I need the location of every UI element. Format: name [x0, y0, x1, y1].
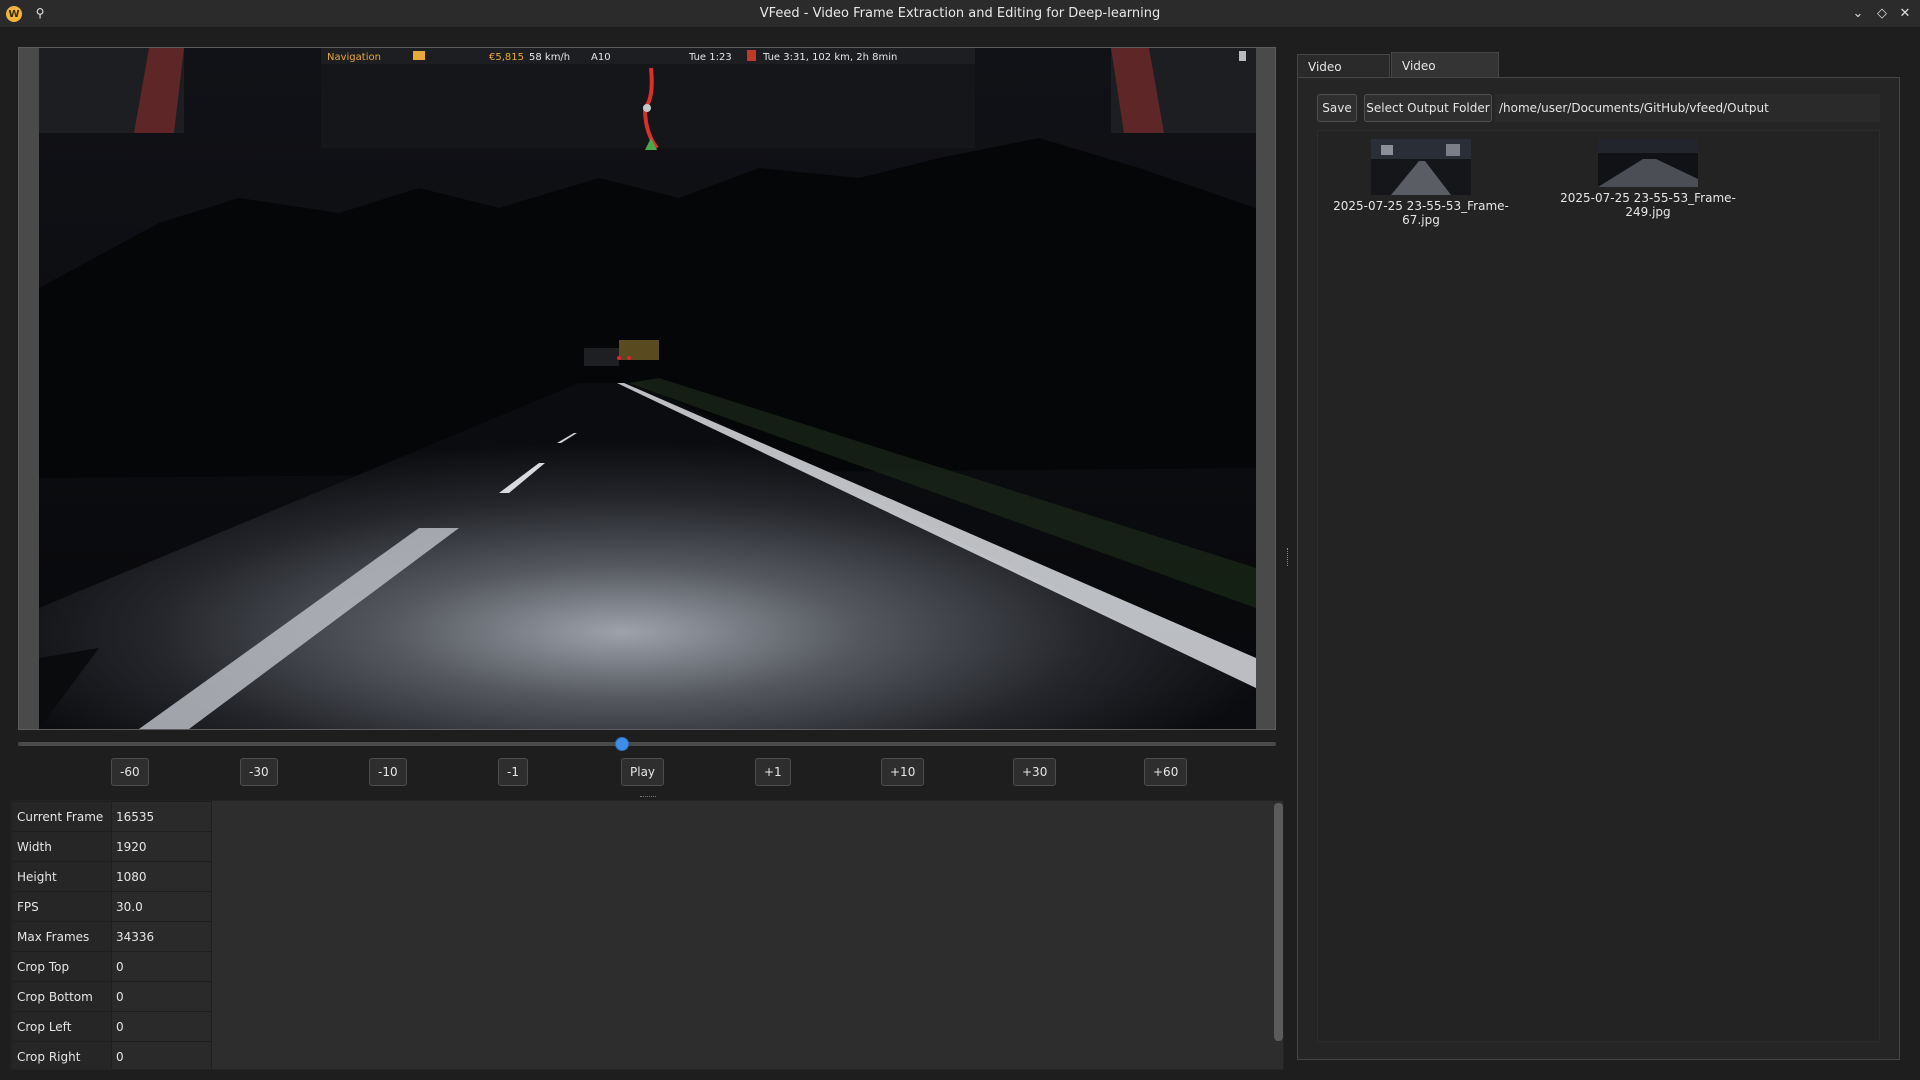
- property-row: Height 1080: [11, 861, 212, 892]
- property-key: Crop Right: [11, 1041, 112, 1069]
- maximize-icon[interactable]: ◇: [1872, 4, 1892, 24]
- property-value[interactable]: 0: [111, 1011, 212, 1042]
- thumbnail-image: [1371, 139, 1471, 195]
- property-value[interactable]: 0: [111, 1041, 212, 1069]
- property-value[interactable]: 0: [111, 951, 212, 982]
- hud-road: A10: [591, 52, 611, 63]
- property-row: Crop Bottom 0: [11, 981, 212, 1012]
- property-value[interactable]: 1920: [111, 831, 212, 862]
- property-value[interactable]: 0: [111, 981, 212, 1012]
- hud-speed: 58 km/h: [529, 52, 570, 63]
- tab-video-extractor[interactable]: Video Extractor: [1391, 52, 1499, 99]
- video-frame-image: Navigation €5,815 58 km/h A10 Tue 1:23 T…: [39, 48, 1256, 729]
- properties-scrollbar[interactable]: [1274, 803, 1283, 1041]
- video-properties-table: Current Frame 16535 Width 1920 Height 1080 FPS…: [11, 801, 212, 1069]
- step-forward-30-button[interactable]: +30: [1013, 758, 1057, 786]
- video-frame-scene: Navigation €5,815 58 km/h A10 Tue 1:23 T…: [39, 48, 1256, 729]
- tab-video-editor[interactable]: Video Editor: [1297, 54, 1390, 98]
- property-key: Max Frames: [11, 921, 112, 952]
- property-value[interactable]: 34336: [111, 921, 212, 952]
- property-row: Width 1920: [11, 831, 212, 862]
- select-output-folder-button[interactable]: Select Output Folder: [1364, 94, 1492, 122]
- property-key: Crop Bottom: [11, 981, 112, 1012]
- video-extractor-panel: Save Select Output Folder /home/user/Doc…: [1297, 77, 1900, 1060]
- thumbnail-image: [1598, 139, 1698, 187]
- thumbnail-filename: 2025-07-25 23-55-53_Frame-249.jpg: [1560, 191, 1736, 219]
- property-key: Crop Top: [11, 951, 112, 982]
- window-title: VFeed - Video Frame Extraction and Editi…: [759, 6, 1161, 21]
- video-preview[interactable]: Navigation €5,815 58 km/h A10 Tue 1:23 T…: [18, 47, 1276, 730]
- extractor-pane: Video Editor Video Extractor Save Select…: [1297, 52, 1902, 1060]
- step-forward-60-button[interactable]: +60: [1144, 758, 1188, 786]
- timeline-slider-handle[interactable]: [614, 737, 629, 751]
- property-key: FPS: [11, 891, 112, 922]
- property-row: Current Frame 16535: [11, 801, 212, 832]
- thumbnail-item[interactable]: 2025-07-25 23-55-53_Frame-67.jpg: [1330, 139, 1512, 227]
- property-key: Crop Left: [11, 1011, 112, 1042]
- video-properties-panel: Current Frame 16535 Width 1920 Height 1080 FPS…: [10, 800, 1284, 1070]
- property-row: Crop Right 0: [11, 1041, 212, 1069]
- property-row: FPS 30.0: [11, 891, 212, 922]
- thumbnail-item[interactable]: 2025-07-25 23-55-53_Frame-249.jpg: [1543, 139, 1753, 219]
- vertical-splitter-handle[interactable]: [1287, 548, 1290, 566]
- property-key: Current Frame: [11, 801, 112, 832]
- step-back-30-button[interactable]: -30: [240, 758, 278, 786]
- step-back-1-button[interactable]: -1: [498, 758, 528, 786]
- output-path-field[interactable]: /home/user/Documents/GitHub/vfeed/Output: [1495, 94, 1880, 122]
- property-value[interactable]: 30.0: [111, 891, 212, 922]
- property-key: Width: [11, 831, 112, 862]
- thumbnail-filename: 2025-07-25 23-55-53_Frame-67.jpg: [1333, 199, 1509, 227]
- minimize-icon[interactable]: ⌄: [1848, 4, 1868, 24]
- step-forward-1-button[interactable]: +1: [755, 758, 791, 786]
- property-value[interactable]: 1080: [111, 861, 212, 892]
- step-back-10-button[interactable]: -10: [369, 758, 407, 786]
- property-value[interactable]: 16535: [111, 801, 212, 832]
- step-back-60-button[interactable]: -60: [111, 758, 149, 786]
- timeline-slider[interactable]: [18, 742, 1276, 746]
- property-row: Crop Top 0: [11, 951, 212, 982]
- property-row: Max Frames 34336: [11, 921, 212, 952]
- title-bar: W ⚲ VFeed - Video Frame Extraction and E…: [0, 0, 1920, 28]
- hud-navigation-label: Navigation: [327, 52, 381, 63]
- save-button[interactable]: Save: [1317, 94, 1357, 122]
- play-button[interactable]: Play: [621, 758, 665, 786]
- hud-money: €5,815: [489, 52, 524, 63]
- hud-clock: Tue 1:23: [688, 52, 732, 63]
- extracted-frames-gallery: 2025-07-25 23-55-53_Frame-67.jpg 2025-07…: [1317, 130, 1880, 1042]
- close-icon[interactable]: ✕: [1895, 4, 1915, 24]
- step-forward-10-button[interactable]: +10: [881, 758, 925, 786]
- hud-eta: Tue 3:31, 102 km, 2h 8min: [762, 52, 897, 63]
- property-row: Crop Left 0: [11, 1011, 212, 1042]
- property-key: Height: [11, 861, 112, 892]
